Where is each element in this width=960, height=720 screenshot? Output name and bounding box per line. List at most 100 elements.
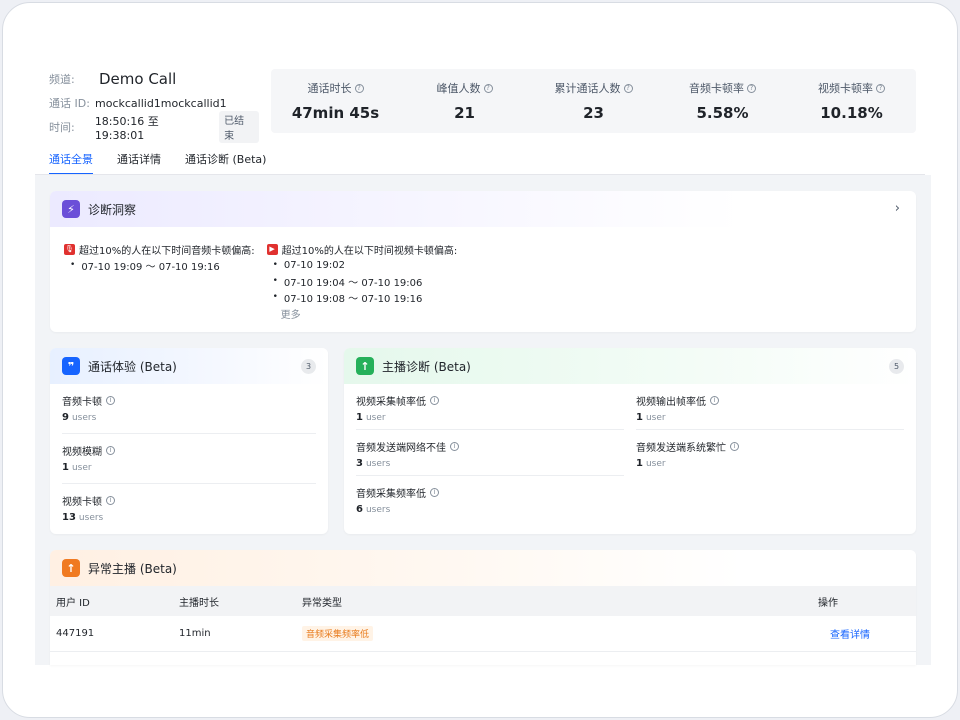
list-item[interactable]: 视频输出帧率低 i 1 user: [636, 384, 904, 430]
more-link[interactable]: 更多: [267, 305, 458, 321]
col-user-id: 用户 ID: [56, 597, 90, 609]
abnormal-title: 异常主播 (Beta): [88, 561, 177, 576]
app-window: 频道: Demo Call 通话 ID: mockcallid1mockcall…: [2, 2, 958, 718]
info-icon[interactable]: i: [710, 395, 719, 405]
tab-overview[interactable]: 通话全景: [49, 145, 93, 175]
list-item[interactable]: 音频采集频率低 i 6 users: [356, 476, 624, 522]
col-action: 操作: [818, 597, 838, 609]
item-name: 音频发送端网络不佳: [356, 442, 446, 454]
col-duration: 主播时长: [179, 597, 219, 609]
item-count: 13: [62, 512, 76, 523]
list-item[interactable]: 音频发送端网络不佳 i 3 users: [356, 430, 624, 476]
stat-value: 21: [454, 104, 475, 122]
item-name: 音频发送端系统繁忙: [636, 442, 726, 454]
item-count: 6: [356, 504, 363, 515]
stat-label: 峰值人数: [436, 82, 481, 95]
info-icon[interactable]: i: [106, 495, 115, 505]
list-item: 07-10 19:04 ～ 07-10 19:06: [273, 273, 458, 289]
info-icon[interactable]: i: [106, 445, 115, 455]
experience-header: ❞ 通话体验 (Beta) 3: [50, 348, 328, 384]
channel-name: Demo Call: [99, 70, 177, 88]
stat-total: 累计通话人数? 23: [529, 69, 658, 133]
time-value: 18:50:16 至 19:38:01: [94, 114, 159, 142]
anomaly-tag: 音频采集频率低: [302, 626, 374, 641]
stat-label: 累计通话人数: [554, 82, 621, 95]
host-col-right: 视频输出帧率低 i 1 user 音频发送端系统繁忙 i 1 user: [636, 384, 904, 522]
abnormal-host-card: ↑ 异常主播 (Beta) 用户 ID 主播时长 异常类型 操作 447191 …: [50, 550, 916, 665]
help-icon[interactable]: ?: [623, 83, 633, 93]
info-icon[interactable]: i: [106, 395, 115, 405]
item-unit: users: [71, 413, 97, 423]
item-unit: users: [365, 505, 391, 515]
cell-user-id: 447191: [56, 628, 95, 639]
help-icon[interactable]: ?: [354, 83, 364, 93]
view-details-link[interactable]: 查看详情: [818, 630, 870, 641]
stats-panel: 通话时长? 47min 45s 峰值人数? 21 累计通话人数? 23 音频卡顿…: [271, 69, 916, 133]
table-row: 447191 11min 音频采集频率低 查看详情: [50, 616, 916, 652]
stat-value: 5.58%: [696, 104, 749, 122]
info-icon[interactable]: i: [450, 441, 459, 451]
stat-value: 47min 45s: [291, 104, 380, 122]
list-item[interactable]: 视频采集帧率低 i 1 user: [356, 384, 624, 430]
status-badge: 已结束: [219, 111, 259, 143]
list-item: 07-10 19:09 ～ 07-10 19:16: [70, 257, 255, 273]
item-unit: user: [645, 459, 666, 469]
abnormal-table: 用户 ID 主播时长 异常类型 操作 447191 11min 音频采集频率低 …: [50, 586, 916, 652]
tab-details[interactable]: 通话详情: [117, 145, 161, 175]
help-icon[interactable]: ?: [747, 83, 756, 93]
stat-audio-stall: 音频卡顿率? 5.58%: [658, 69, 787, 133]
count-badge: 3: [301, 359, 316, 374]
item-count: 1: [636, 412, 643, 423]
insight-header[interactable]: ⚡ 诊断洞察 ›: [50, 191, 916, 227]
info-icon[interactable]: i: [430, 395, 439, 405]
list-item: 07-10 19:02: [273, 257, 458, 273]
host-header: ↑ 主播诊断 (Beta) 5: [344, 348, 916, 384]
callid-value: mockcallid1mockcallid1: [95, 96, 227, 110]
insight-body: 🎙 超过10%的人在以下时间音频卡顿偏高: 07-10 19:09 ～ 07-1…: [50, 227, 916, 321]
abnormal-header: ↑ 异常主播 (Beta): [50, 550, 916, 586]
info-icon[interactable]: i: [430, 487, 439, 497]
stat-label: 视频卡顿率: [818, 82, 873, 95]
item-unit: user: [71, 463, 92, 473]
chevron-right-icon[interactable]: ›: [895, 201, 900, 216]
item-count: 1: [356, 412, 363, 423]
item-name: 音频卡顿: [62, 396, 102, 408]
help-icon[interactable]: ?: [876, 83, 885, 93]
host-col-left: 视频采集帧率低 i 1 user 音频发送端网络不佳 i 3 users 音频采集频率低…: [356, 384, 624, 522]
tab-diagnosis[interactable]: 通话诊断 (Beta): [185, 145, 266, 175]
help-icon[interactable]: ?: [483, 83, 493, 93]
list-item[interactable]: 音频发送端系统繁忙 i 1 user: [636, 430, 904, 476]
item-count: 1: [62, 462, 69, 473]
tab-bar: 通话全景 通话详情 通话诊断 (Beta): [49, 145, 266, 175]
overview-content: ⚡ 诊断洞察 › 🎙 超过10%的人在以下时间音频卡顿偏高: 07-10 19:…: [35, 175, 931, 665]
item-count: 9: [62, 412, 69, 423]
time-label: 时间:: [49, 121, 75, 134]
item-unit: users: [78, 513, 104, 523]
stat-value: 10.18%: [820, 104, 883, 122]
stat-label: 音频卡顿率: [689, 82, 744, 95]
channel-label: 频道:: [49, 73, 75, 86]
call-info: 频道: Demo Call 通话 ID: mockcallid1mockcall…: [49, 69, 259, 143]
host-diagnosis-card: ↑ 主播诊断 (Beta) 5 视频采集帧率低 i 1 user 音频发送端网络不佳…: [344, 348, 916, 534]
count-badge: 5: [889, 359, 904, 374]
item-name: 视频模糊: [62, 446, 102, 458]
experience-title: 通话体验 (Beta): [88, 359, 177, 374]
lightning-icon: ⚡: [62, 200, 80, 218]
list-item[interactable]: 音频卡顿 i 9 users: [62, 384, 316, 434]
video-camera-icon: ▶: [266, 243, 278, 255]
item-unit: user: [365, 413, 386, 423]
experience-card: ❞ 通话体验 (Beta) 3 音频卡顿 i 9 users 视频模糊 i 1 user…: [50, 348, 328, 534]
info-icon[interactable]: i: [730, 441, 739, 451]
host-title: 主播诊断 (Beta): [382, 359, 471, 374]
stat-peak: 峰值人数? 21: [400, 69, 529, 133]
item-name: 视频采集帧率低: [356, 396, 426, 408]
arrow-up-icon: ↑: [62, 559, 80, 577]
cell-duration: 11min: [179, 628, 211, 639]
item-count: 1: [636, 458, 643, 469]
list-item[interactable]: 视频模糊 i 1 user: [62, 434, 316, 484]
item-count: 3: [356, 458, 363, 469]
insight-title: 诊断洞察: [88, 202, 137, 217]
video-insight-title: 超过10%的人在以下时间视频卡顿偏高:: [281, 245, 458, 257]
item-unit: user: [645, 413, 666, 423]
list-item[interactable]: 视频卡顿 i 13 users: [62, 484, 316, 534]
